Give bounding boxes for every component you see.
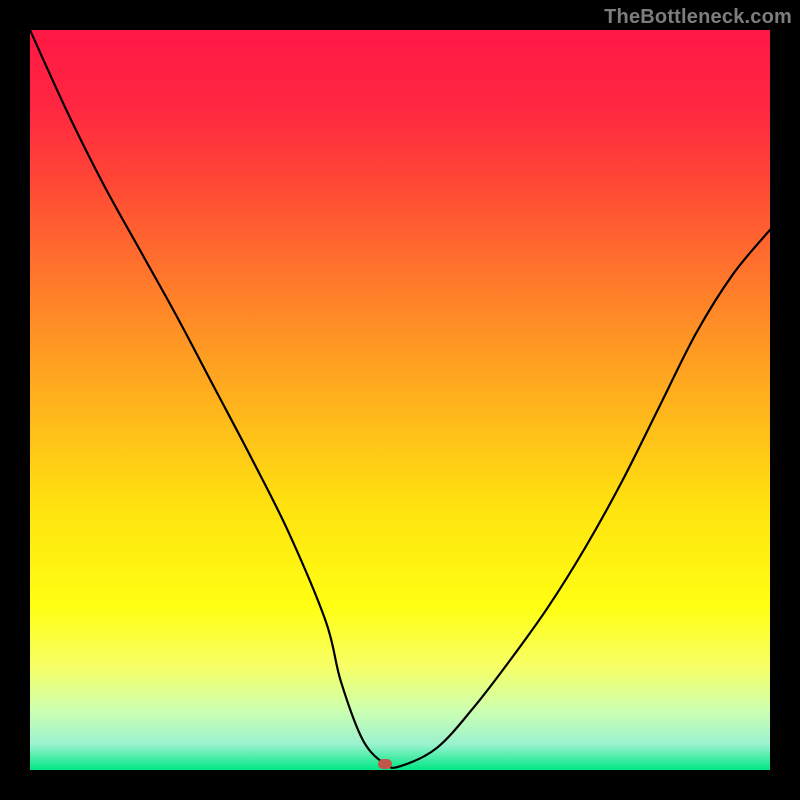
plot-area [30,30,770,770]
bottleneck-curve [30,30,770,770]
bottleneck-marker [378,759,392,769]
watermark-text: TheBottleneck.com [604,6,792,29]
chart-frame: TheBottleneck.com [0,0,800,800]
